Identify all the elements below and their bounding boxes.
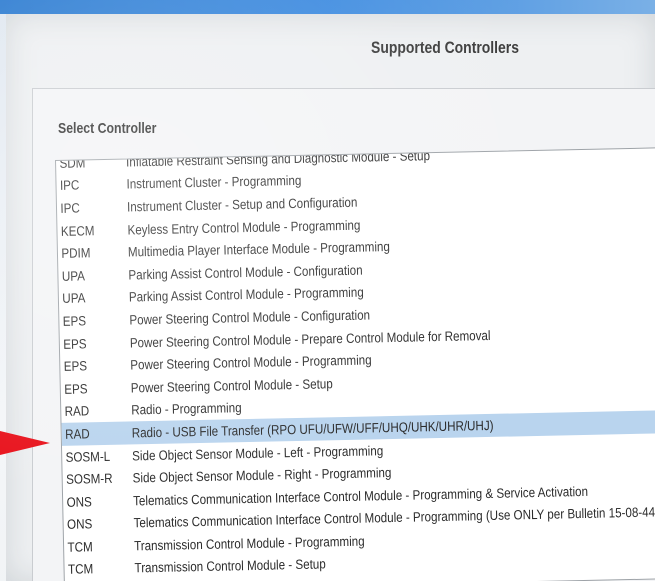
controller-code: SOSM-L	[65, 448, 111, 465]
controller-code: ONS	[66, 494, 92, 510]
window-title: Supported Controllers	[371, 38, 519, 57]
controller-code: RAD	[65, 426, 90, 442]
controller-code: TCM	[67, 539, 93, 555]
controller-list[interactable]: SDM Inflatable Restraint Sensing and Diag…	[55, 147, 655, 581]
controller-code: ONS	[66, 516, 93, 533]
select-controller-label: Select Controller	[58, 120, 157, 137]
controller-description: Transmission Control Module - Setup	[134, 556, 326, 576]
controller-code: EPS	[63, 358, 88, 375]
controller-code: EPS	[62, 313, 87, 329]
controller-code: PDIM	[61, 245, 91, 262]
controller-code: EPS	[64, 381, 88, 397]
controller-code: TCM	[67, 561, 94, 578]
controller-code: SOSM-R	[65, 470, 113, 487]
controller-code: IPC	[60, 200, 80, 216]
monitor-screen: Supported Controllers Select Controller …	[0, 0, 655, 581]
controller-code: UPA	[61, 268, 86, 284]
top-bar	[0, 0, 655, 14]
controller-code: IPC	[59, 177, 80, 194]
controller-code: EPS	[63, 335, 87, 352]
controller-code: RAD	[64, 403, 90, 420]
red-arrow-pointer-icon	[0, 431, 50, 455]
controller-code: UPA	[62, 290, 86, 307]
controller-code: KECM	[60, 222, 95, 239]
